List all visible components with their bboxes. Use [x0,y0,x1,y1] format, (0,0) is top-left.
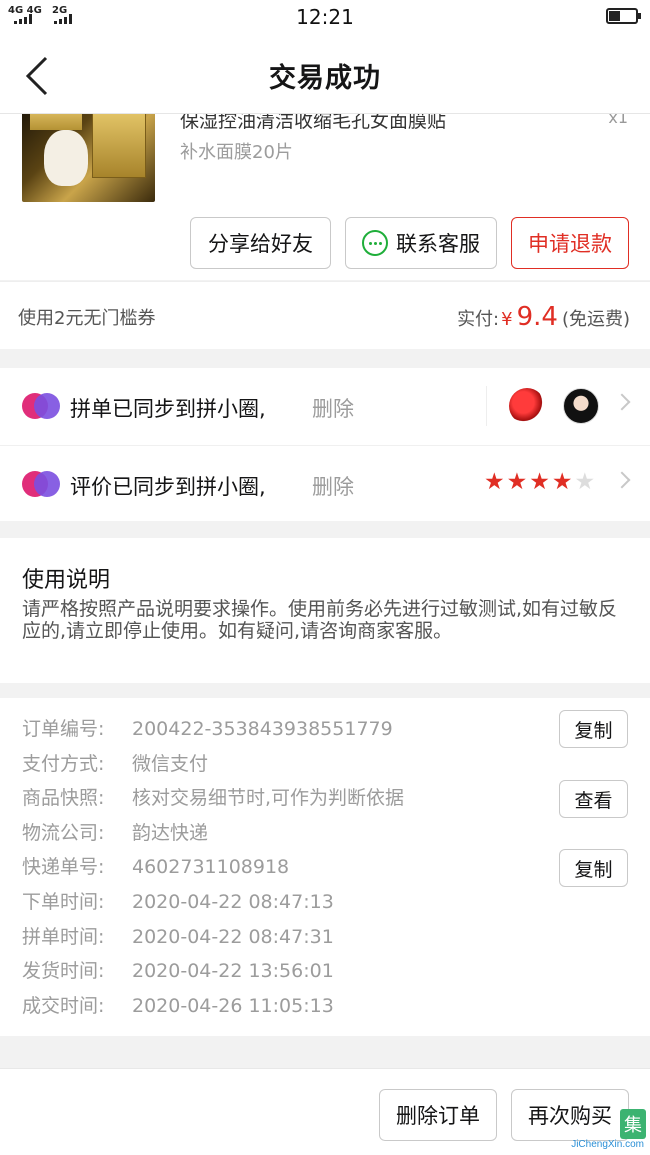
divider [486,386,487,426]
paid-amount: 实付: ¥ 9.4 (免运费) [457,302,630,332]
order-info-row: 成交时间: 2020-04-26 11:05:13 [22,991,334,1021]
pinxiaoquan-icon [22,393,60,419]
circle-sync-section: 拼单已同步到拼小圈, 删除 评价已同步到拼小圈, 删除 ★ ★ ★ ★ ★ [0,368,650,521]
review-sync-text: 评价已同步到拼小圈, [70,475,266,499]
order-info-value: 4602731108918 [132,856,290,878]
order-info-value: 2020-04-22 08:47:13 [132,891,334,913]
contact-service-button[interactable]: 联系客服 [345,217,497,269]
review-sync-row[interactable]: 评价已同步到拼小圈, 删除 ★ ★ ★ ★ ★ [0,445,650,521]
order-info-row: 支付方式: 微信支付 [22,749,208,779]
order-info-label: 支付方式: [22,753,105,775]
review-sync-delete[interactable]: 删除 [312,471,354,501]
star-icon: ★ [506,469,528,495]
product-quantity: x1 [608,114,628,127]
view-snapshot-button[interactable]: 查看 [559,780,628,818]
order-info-value: 微信支付 [132,753,209,775]
order-info-row: 拼单时间: 2020-04-22 08:47:31 [22,922,334,952]
copy-order-number-button[interactable]: 复制 [559,710,628,748]
rating-stars: ★ ★ ★ ★ ★ [484,468,595,496]
group-sync-delete[interactable]: 删除 [312,393,354,423]
share-button-label: 分享给好友 [208,232,313,256]
order-info-row: 下单时间: 2020-04-22 08:47:13 [22,887,334,917]
product-image[interactable] [22,114,155,202]
order-info-label: 商品快照: [22,787,105,809]
page-title: 交易成功 [269,63,381,94]
group-sync-row[interactable]: 拼单已同步到拼小圈, 删除 [0,368,650,444]
usage-instructions: 使用说明 请严格按照产品说明要求操作。使用前务必先进行过敏测试,如有过敏反应的,… [0,538,650,683]
battery-level [609,11,620,21]
chat-bubble-icon [362,230,388,256]
order-info-value: 韵达快递 [132,822,209,844]
request-refund-button[interactable]: 申请退款 [511,217,629,269]
order-info-value: 200422-353843938551779 [132,718,393,740]
copy-tracking-number-button[interactable]: 复制 [559,849,628,887]
order-info-row: 商品快照: 核对交易细节时,可作为判断依据 [22,783,404,813]
site-watermark-logo: 集 [620,1109,646,1139]
chevron-right-icon [613,393,631,411]
share-to-friend-button[interactable]: 分享给好友 [190,217,331,269]
order-info-row: 物流公司: 韵达快递 [22,818,208,848]
currency-symbol: ¥ [501,309,513,330]
service-button-label: 联系客服 [396,232,480,256]
paid-value: 9.4 [516,302,558,332]
pinxiaoquan-icon [22,471,60,497]
top-nav: 交易成功 [0,36,650,114]
order-info-row: 发货时间: 2020-04-22 13:56:01 [22,956,334,986]
order-info-label: 成交时间: [22,995,105,1017]
order-info-label: 拼单时间: [22,926,105,948]
group-sync-text: 拼单已同步到拼小圈, [70,397,266,421]
chevron-right-icon [613,471,631,489]
star-icon: ★ [484,469,505,495]
product-spec: 补水面膜20片 [180,142,293,163]
refund-button-label: 申请退款 [528,232,612,256]
order-info-value: 核对交易细节时,可作为判断依据 [132,787,405,809]
delete-order-button[interactable]: 删除订单 [379,1089,497,1141]
status-bar: 4G 4G 2G 12:21 [0,0,650,36]
avatar-user [563,388,599,424]
order-info-label: 订单编号: [22,718,105,740]
battery-icon [606,8,641,24]
product-name[interactable]: 保湿控油清洁收缩毛孔女面膜贴 [180,114,446,133]
star-icon: ★ [574,469,596,495]
order-info-value: 2020-04-22 08:47:31 [132,926,334,948]
order-info-row: 快递单号: 4602731108918 [22,852,289,882]
buy-again-button[interactable]: 再次购买 [511,1089,629,1141]
usage-body: 请严格按照产品说明要求操作。使用前务必先进行过敏测试,如有过敏反应的,请立即停止… [22,598,618,642]
order-info-label: 发货时间: [22,960,105,982]
status-time: 12:21 [296,5,354,29]
site-watermark: JiChengXin.com [571,1139,644,1150]
order-info-value: 2020-04-22 13:56:01 [132,960,334,982]
order-info-label: 物流公司: [22,822,105,844]
star-icon: ★ [529,469,550,495]
order-info-row: 订单编号: 200422-353843938551779 [22,714,393,744]
star-icon: ★ [551,469,573,495]
coupon-text: 使用2元无门槛券 [18,308,156,329]
avatar-roses [509,388,545,424]
bottom-action-bar: 删除订单 再次购买 集 JiChengXin.com [0,1068,650,1155]
product-card: 保湿控油清洁收缩毛孔女面膜贴 x1 补水面膜20片 分享给好友 联系客服 申请退… [0,114,650,280]
order-info-value: 2020-04-26 11:05:13 [132,995,334,1017]
order-info: 订单编号: 200422-353843938551779 支付方式: 微信支付商品快照… [0,698,650,1036]
shipping-note: (免运费) [561,309,630,330]
order-info-label: 下单时间: [22,891,105,913]
order-info-label: 快递单号: [22,856,105,878]
paid-label: 实付: [457,309,500,330]
usage-title: 使用说明 [22,568,111,593]
payment-summary: 使用2元无门槛券 实付: ¥ 9.4 (免运费) [0,281,650,349]
